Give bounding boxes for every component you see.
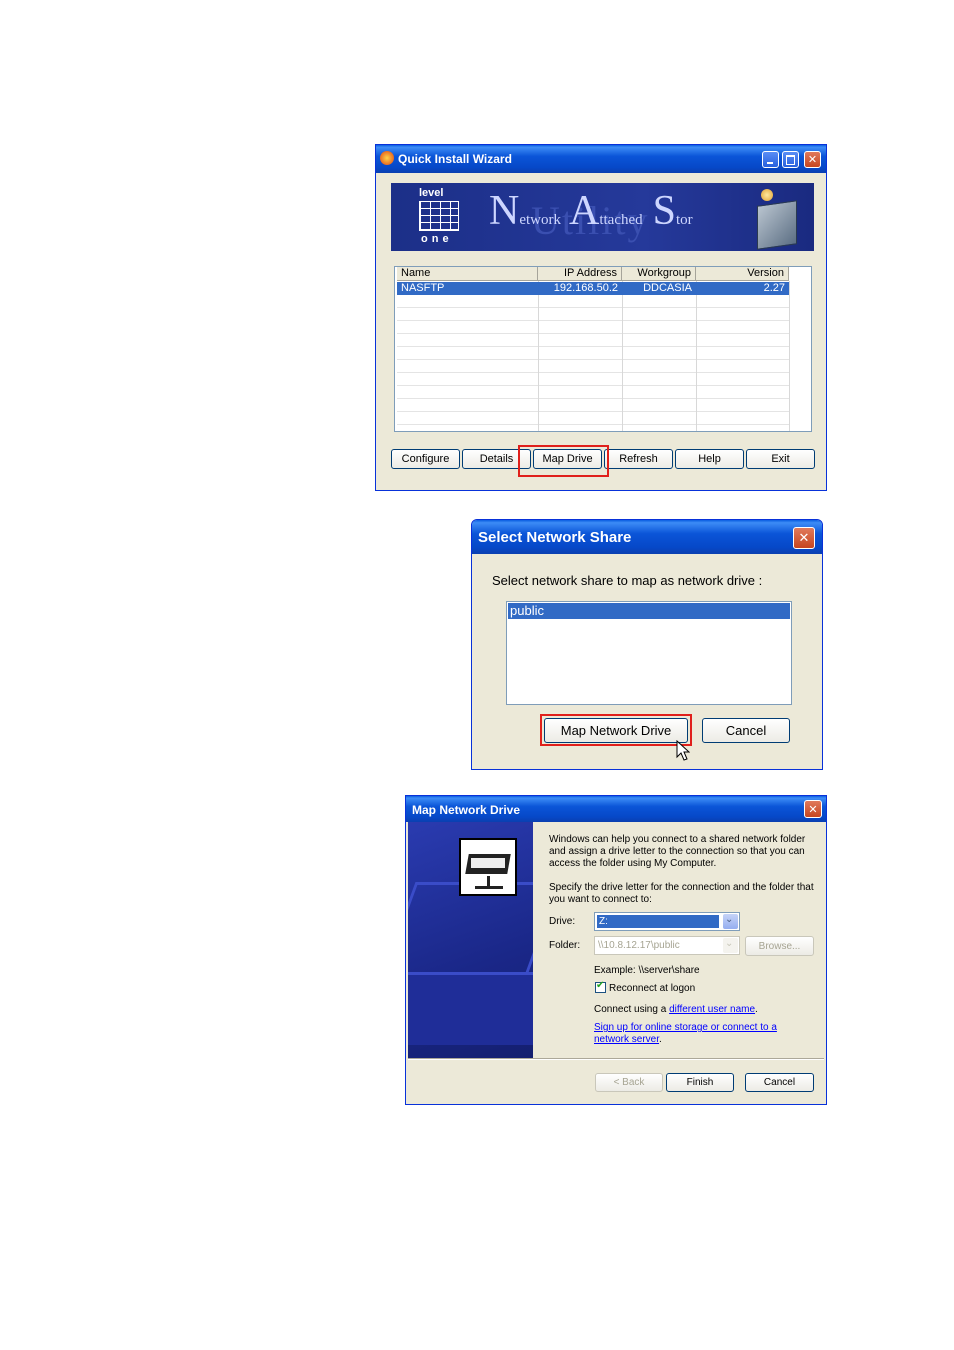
- reconnect-label[interactable]: Reconnect at logon: [609, 983, 695, 994]
- select-network-share-window: Select Network Share ✕ Select network sh…: [471, 519, 823, 770]
- folder-combo[interactable]: \\10.8.12.17\public ⌄: [594, 936, 740, 955]
- drive-dropdown-button[interactable]: ⌄: [723, 914, 738, 929]
- grid-col-2: [622, 281, 623, 431]
- mapdrive-cancel-button[interactable]: Cancel: [745, 1073, 814, 1092]
- mapdrive-close-button[interactable]: ✕: [804, 800, 822, 818]
- share-titlebar[interactable]: Select Network Share ✕: [472, 520, 822, 554]
- folder-value: \\10.8.12.17\public: [598, 940, 680, 951]
- app-icon: [380, 151, 394, 165]
- share-list[interactable]: public: [506, 601, 792, 705]
- nas-device-icon: [753, 189, 799, 250]
- share-cancel-button[interactable]: Cancel: [702, 718, 790, 743]
- list-grid: [397, 295, 789, 431]
- list-item[interactable]: public: [508, 603, 790, 619]
- levelone-logo: level one: [417, 187, 463, 247]
- minimize-icon: [767, 162, 773, 164]
- banner-storage: tor: [676, 212, 693, 228]
- close-icon: ✕: [798, 530, 810, 546]
- close-icon: ✕: [808, 802, 818, 816]
- exit-button[interactable]: Exit: [746, 449, 815, 469]
- example-text: Example: \\server\share: [594, 965, 700, 976]
- row-version: 2.27: [763, 282, 785, 294]
- reconnect-checkbox[interactable]: ✔: [595, 980, 606, 993]
- logo-bottom-text: one: [421, 233, 453, 245]
- refresh-button[interactable]: Refresh: [604, 449, 673, 469]
- banner-title: Network Attached Stor: [489, 187, 693, 235]
- help-button[interactable]: Help: [675, 449, 744, 469]
- share-close-button[interactable]: ✕: [793, 527, 815, 549]
- close-button[interactable]: ✕: [804, 151, 821, 168]
- share-title: Select Network Share: [478, 529, 632, 546]
- finish-button[interactable]: Finish: [666, 1073, 734, 1092]
- banner-a: A: [569, 188, 600, 234]
- map-network-drive-window: Map Network Drive ✕ Windows can help you…: [405, 795, 827, 1105]
- connect-prefix: Connect using a: [594, 1004, 670, 1015]
- checkmark-icon: ✔: [596, 980, 605, 991]
- row-ip: 192.168.50.2: [553, 282, 618, 294]
- network-drive-icon: [459, 838, 517, 896]
- footer-divider: [408, 1058, 824, 1060]
- drive-label: Drive:: [549, 916, 576, 927]
- drive-select[interactable]: Z: ⌄: [594, 912, 740, 931]
- signup-link[interactable]: Sign up for online storage or connect to…: [594, 1022, 777, 1045]
- mouse-cursor-icon: [676, 740, 690, 761]
- minimize-button[interactable]: [762, 151, 779, 168]
- chevron-down-icon: ⌄: [725, 938, 734, 949]
- quick-install-wizard-window: Quick Install Wizard ✕ level one Utility…: [375, 144, 827, 491]
- banner-n: N: [489, 188, 520, 234]
- grid-col-1: [538, 281, 539, 431]
- signup-suffix: .: [659, 1034, 662, 1045]
- mapdrive-specify: Specify the drive letter for the connect…: [549, 882, 814, 905]
- wizard-banner: level one Utility Network Attached Stor: [391, 183, 814, 251]
- banner-network: etwork: [519, 212, 561, 228]
- browse-button[interactable]: Browse...: [745, 936, 814, 956]
- row-name: NASFTP: [401, 282, 445, 294]
- column-header-version[interactable]: Version: [696, 267, 789, 281]
- grid-col-4: [789, 281, 790, 431]
- column-header-ip[interactable]: IP Address: [538, 267, 622, 281]
- logo-top-text: level: [419, 187, 444, 199]
- maximize-button[interactable]: [782, 151, 799, 168]
- wizard-titlebar[interactable]: Quick Install Wizard ✕: [376, 145, 826, 173]
- mapdrive-title: Map Network Drive: [412, 803, 521, 817]
- map-drive-highlight: [518, 445, 609, 477]
- connect-line: Connect using a different user name.: [594, 1004, 758, 1015]
- maximize-icon: [786, 155, 795, 165]
- wizard-title: Quick Install Wizard: [398, 152, 512, 166]
- mapdrive-intro: Windows can help you connect to a shared…: [549, 834, 806, 869]
- close-icon: ✕: [807, 153, 818, 166]
- share-prompt: Select network share to map as network d…: [492, 573, 763, 588]
- signup-line: Sign up for online storage or connect to…: [594, 1022, 804, 1046]
- banner-attached: ttached: [599, 212, 643, 228]
- banner-s: S: [652, 188, 677, 234]
- wizard-illustration: [408, 822, 533, 1058]
- column-header-workgroup[interactable]: Workgroup: [622, 267, 696, 281]
- folder-label: Folder:: [549, 940, 581, 951]
- folder-dropdown-button[interactable]: ⌄: [723, 938, 738, 953]
- logo-grid: [419, 201, 459, 231]
- row-workgroup: DDCASIA: [643, 282, 692, 294]
- connect-suffix: .: [755, 1004, 758, 1015]
- grid-col-3: [696, 281, 697, 431]
- device-list[interactable]: Name IP Address Workgroup Version NASFTP…: [394, 266, 812, 432]
- column-header-name[interactable]: Name: [397, 267, 538, 281]
- different-user-link[interactable]: different user name: [669, 1004, 755, 1015]
- mapdrive-titlebar[interactable]: Map Network Drive ✕: [406, 796, 826, 822]
- back-button[interactable]: < Back: [595, 1073, 663, 1092]
- drive-value: Z:: [597, 915, 719, 928]
- chevron-down-icon: ⌄: [725, 914, 734, 925]
- configure-button[interactable]: Configure: [391, 449, 460, 469]
- map-network-drive-highlight: [540, 714, 692, 746]
